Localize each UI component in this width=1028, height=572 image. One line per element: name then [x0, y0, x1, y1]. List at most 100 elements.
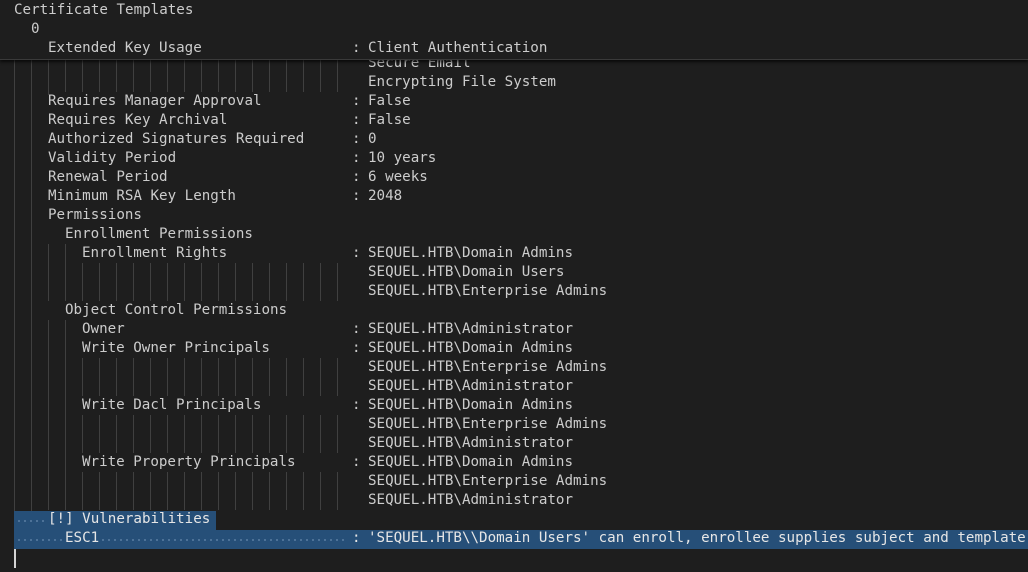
indent-guide — [116, 472, 117, 510]
indent-guide — [150, 59, 151, 92]
indent-guide — [252, 415, 253, 453]
indent-guide — [286, 472, 287, 510]
indent-guide — [320, 263, 321, 301]
indent-guide — [167, 59, 168, 92]
colon: : — [352, 397, 361, 413]
prop-value: SEQUEL.HTB\Domain Admins — [368, 245, 573, 261]
prop-key: Write Property Principals — [82, 454, 296, 470]
colon: : — [352, 245, 361, 261]
prop-key: Renewal Period — [48, 169, 168, 185]
indent-guide — [320, 358, 321, 396]
prop-key: Write Dacl Principals — [82, 397, 262, 413]
prop-value: SEQUEL.HTB\Enterprise Admins — [368, 359, 608, 375]
prop-value: Client Authentication — [368, 40, 548, 56]
indent-guide — [337, 358, 338, 396]
prop-value: 'SEQUEL.HTB\\Domain Users' can enroll, e… — [368, 530, 1026, 546]
write-owner-line: SEQUEL.HTB\Enterprise Admins — [0, 358, 607, 377]
indent-guide — [184, 415, 185, 453]
prop-value: SEQUEL.HTB\Enterprise Admins — [368, 473, 608, 489]
indent-guide — [82, 59, 83, 92]
prop-key: Validity Period — [48, 150, 177, 166]
write-dacl-line: Write Dacl Principals : SEQUEL.HTB\Domai… — [0, 396, 573, 415]
prop-value: 0 — [368, 131, 377, 147]
indent-guide — [184, 59, 185, 92]
sticky-scroll-header[interactable]: Certificate Templates 0 Extended Key Usa… — [0, 0, 1028, 60]
sticky-line[interactable]: 0 — [0, 20, 40, 39]
indent-guide — [218, 263, 219, 301]
indent-guide — [167, 415, 168, 453]
prop-key: Requires Key Archival — [48, 112, 228, 128]
colon: : — [352, 169, 361, 185]
esc1-line: ESC1 : 'SEQUEL.HTB\\Domain Users' can en… — [0, 529, 1028, 548]
indent-guide — [337, 415, 338, 453]
indent-guide — [184, 472, 185, 510]
prop-key: Requires Manager Approval — [48, 93, 262, 109]
prop-key: Write Owner Principals — [82, 340, 270, 356]
indent-guide — [201, 59, 202, 92]
indent-guide — [48, 472, 49, 510]
vulnerabilities-heading: [!] Vulnerabilities — [0, 510, 210, 529]
indent-guide — [303, 59, 304, 92]
prop-value: SEQUEL.HTB\Administrator — [368, 435, 573, 451]
indent-guide — [150, 472, 151, 510]
prop-value: 2048 — [368, 188, 403, 204]
indent-guide — [337, 263, 338, 301]
write-property-line: SEQUEL.HTB\Enterprise Admins — [0, 472, 607, 491]
terminal-editor[interactable]: Secure Email Encrypting File System Requ… — [0, 0, 1028, 572]
colon: : — [352, 131, 361, 147]
sticky-line[interactable]: Extended Key Usage : Client Authenticati… — [0, 39, 547, 58]
indent-guide — [337, 472, 338, 510]
prop-key: Owner — [82, 321, 125, 337]
prop-value: SEQUEL.HTB\Enterprise Admins — [368, 283, 608, 299]
sticky-line[interactable]: Certificate Templates — [0, 1, 193, 20]
indent-guide — [252, 263, 253, 301]
indent-guide — [133, 263, 134, 301]
sticky-index: 0 — [31, 21, 40, 37]
indent-guide — [133, 415, 134, 453]
prop-value: SEQUEL.HTB\Domain Users — [368, 264, 565, 280]
indent-guide — [303, 472, 304, 510]
indent-guide — [82, 472, 83, 510]
write-owner-line: SEQUEL.HTB\Administrator — [0, 377, 573, 396]
indent-guide — [201, 415, 202, 453]
indent-guide — [252, 472, 253, 510]
indent-guide — [150, 358, 151, 396]
indent-guide — [65, 472, 66, 510]
prop-key: Authorized Signatures Required — [48, 131, 305, 147]
indent-guide — [252, 358, 253, 396]
indent-guide — [65, 358, 66, 396]
colon: : — [352, 188, 361, 204]
indent-guide — [82, 415, 83, 453]
indent-guide — [133, 358, 134, 396]
indent-guide — [201, 263, 202, 301]
indent-guide — [65, 59, 66, 92]
renewal-line: Renewal Period : 6 weeks — [0, 168, 428, 187]
indent-guide — [167, 472, 168, 510]
indent-guide — [303, 358, 304, 396]
eku-value: Encrypting File System — [368, 74, 556, 90]
indent-guide — [48, 415, 49, 453]
indent-guide — [150, 263, 151, 301]
owner-line: Owner : SEQUEL.HTB\Administrator — [0, 320, 573, 339]
permissions-heading: Permissions — [0, 206, 142, 225]
indent-guide — [337, 59, 338, 92]
indent-guide — [218, 472, 219, 510]
indent-guide — [116, 415, 117, 453]
write-dacl-line: SEQUEL.HTB\Administrator — [0, 434, 573, 453]
indent-guide — [235, 472, 236, 510]
prop-key: Enrollment Rights — [82, 245, 228, 261]
indent-guide — [48, 59, 49, 92]
indent-guide — [133, 59, 134, 92]
indent-guide — [218, 358, 219, 396]
validity-line: Validity Period : 10 years — [0, 149, 436, 168]
indent-guide — [65, 263, 66, 301]
indent-guide — [201, 358, 202, 396]
indent-guide — [320, 472, 321, 510]
min-rsa-line: Minimum RSA Key Length : 2048 — [0, 187, 402, 206]
indent-guide — [252, 59, 253, 92]
enrollment-permissions-heading: Enrollment Permissions — [0, 225, 253, 244]
indent-guide — [269, 263, 270, 301]
indent-guide — [184, 358, 185, 396]
indent-guide — [116, 358, 117, 396]
indent-guide — [184, 263, 185, 301]
